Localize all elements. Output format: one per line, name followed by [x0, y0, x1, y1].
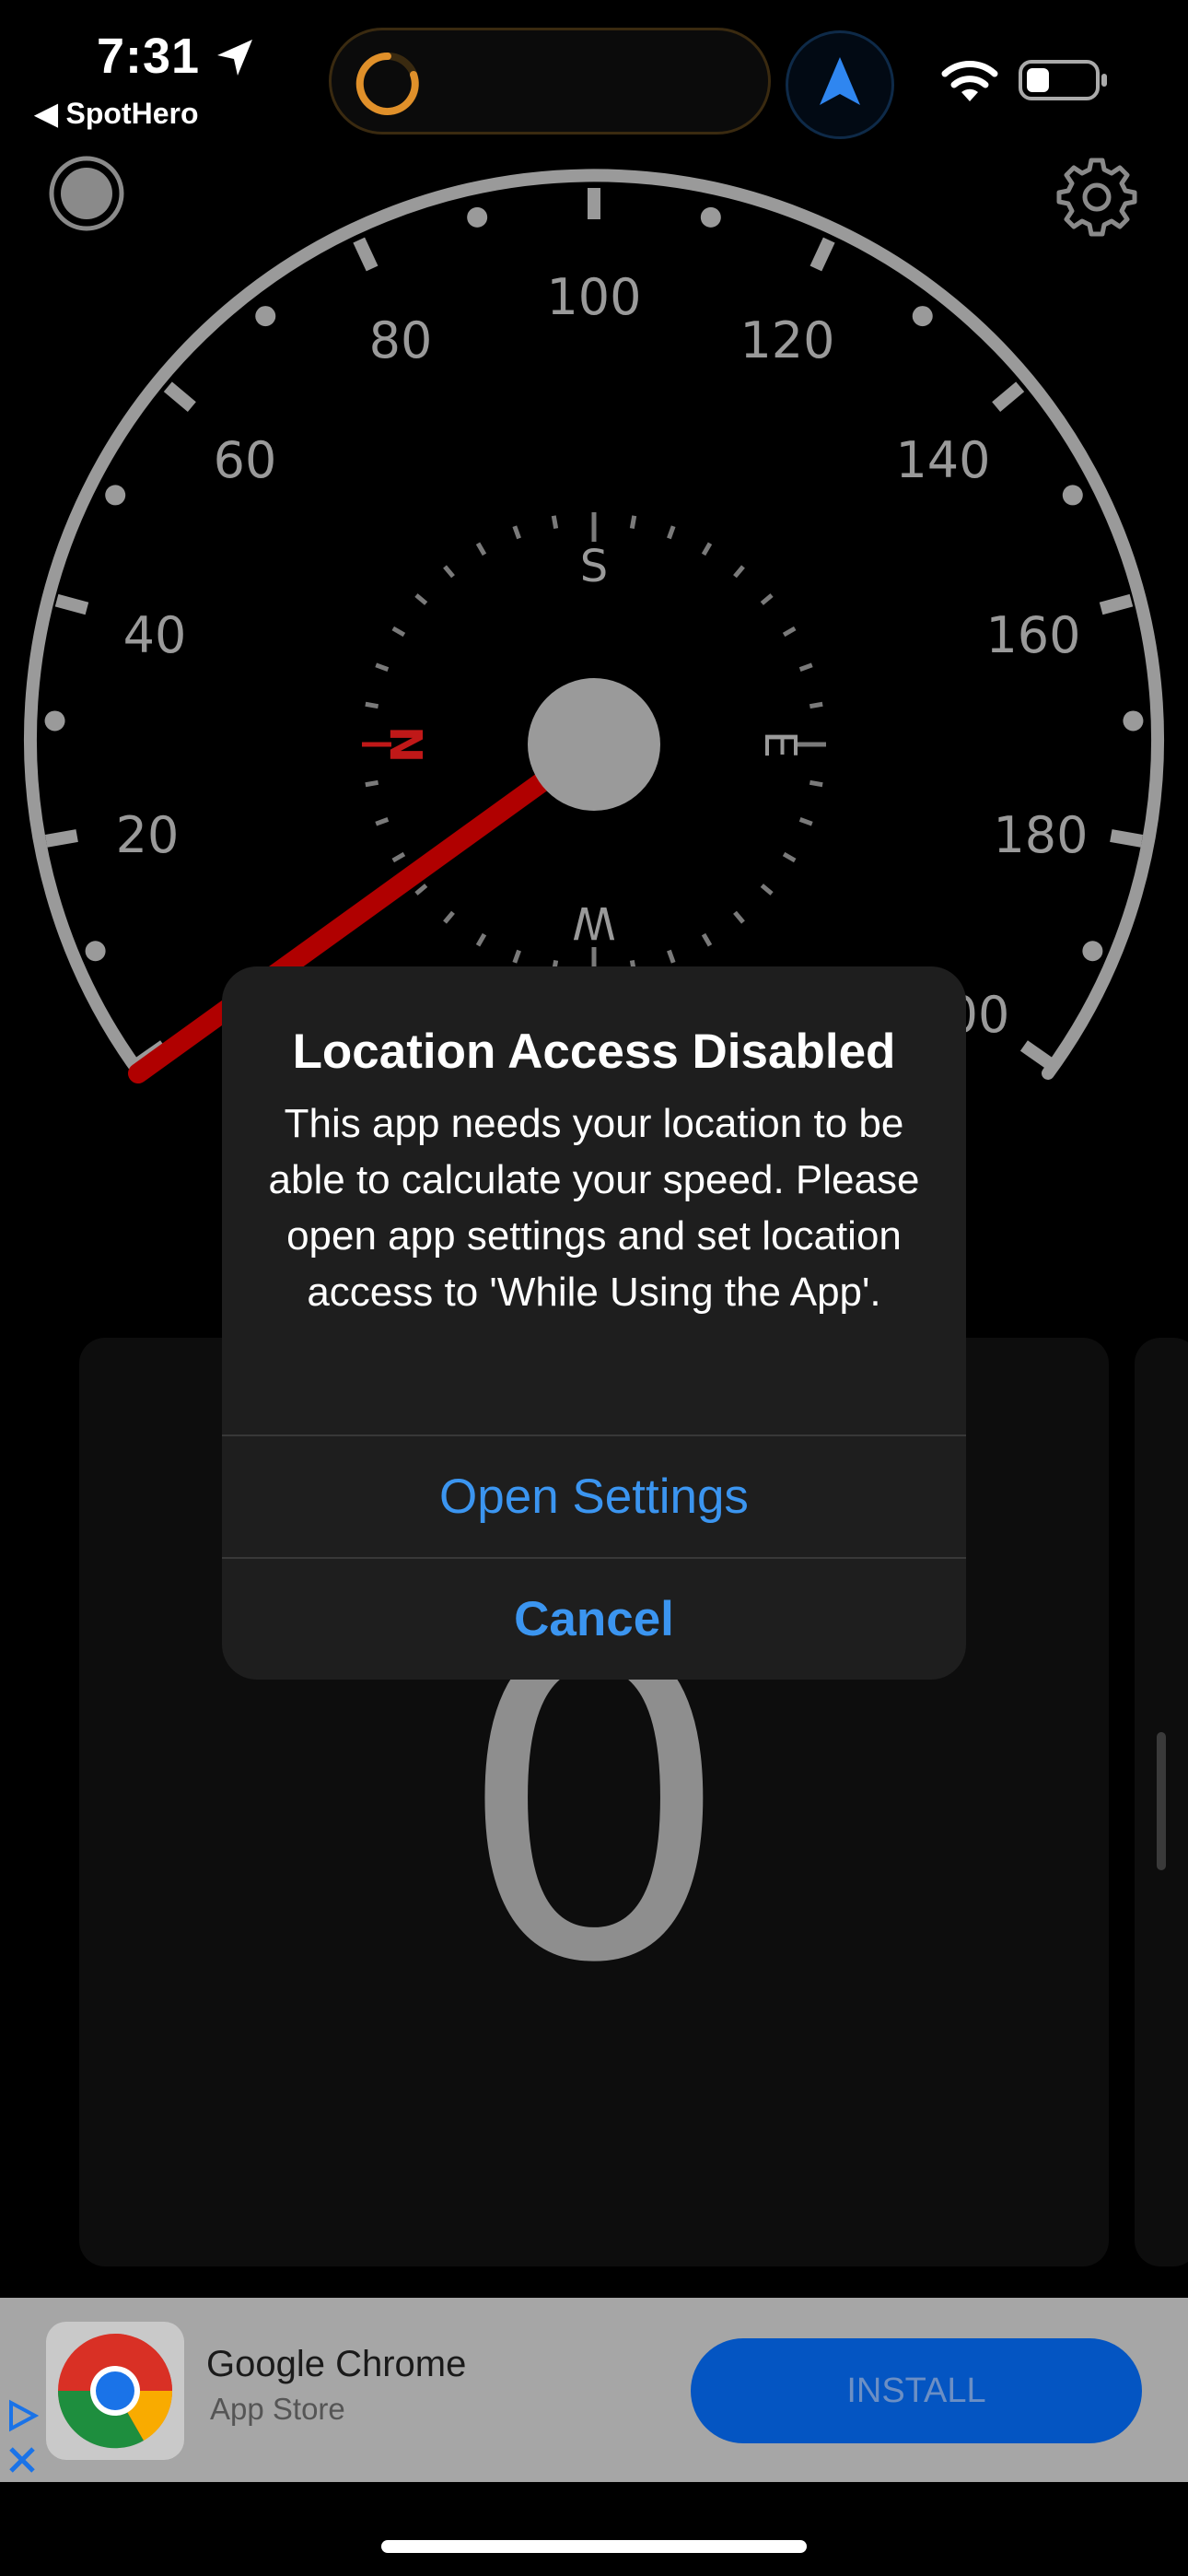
chrome-logo-icon [57, 2334, 173, 2449]
compass-tick [809, 701, 823, 709]
gauge-minor-dot [44, 710, 65, 732]
compass-tick [782, 851, 797, 863]
alert-message: This app needs your location to be able … [268, 1101, 920, 1315]
compass-tick [667, 949, 676, 964]
compass-tick [475, 932, 487, 947]
gauge-minor-dot [700, 206, 721, 228]
tick-label-40: 40 [123, 606, 187, 664]
compass-w: W [572, 896, 615, 948]
gauge-minor-dot [1123, 710, 1144, 732]
tick-label-120: 120 [740, 311, 834, 369]
compass-tick [809, 779, 823, 788]
gauge-major-tick [54, 593, 89, 615]
battery-icon [1019, 60, 1107, 100]
gauge-major-tick [44, 829, 78, 848]
status-time: 7:31 [97, 29, 201, 84]
ad-title: Google Chrome [206, 2344, 467, 2384]
compass-tick [391, 851, 406, 863]
gauge-major-tick [1099, 593, 1134, 615]
compass-n: N [382, 726, 434, 763]
compass-e: E [754, 731, 806, 758]
compass-tick [365, 779, 379, 788]
gauge-minor-dot [255, 306, 276, 327]
home-indicator[interactable] [381, 2540, 807, 2553]
compass-tick [375, 817, 390, 826]
tick-label-80: 80 [369, 311, 433, 369]
compass-tick [701, 542, 713, 556]
gauge-minor-dot [467, 206, 488, 228]
gauge-major-tick [992, 381, 1025, 412]
tick-label-60: 60 [214, 431, 277, 489]
gauge-major-tick [1019, 1040, 1054, 1070]
compass-tick [414, 593, 428, 605]
open-settings-button[interactable]: Open Settings [222, 1436, 966, 1557]
tick-label-100: 100 [546, 268, 641, 326]
wifi-icon [941, 61, 998, 101]
activity-ring-icon [355, 52, 419, 115]
tick-label-140: 140 [895, 431, 990, 489]
compass-tick [733, 565, 745, 579]
gauge-minor-dot [105, 485, 126, 506]
gauge-major-tick [163, 381, 196, 412]
compass-tick [443, 565, 455, 579]
location-arrow-icon [217, 40, 252, 76]
compass-tick [365, 701, 379, 709]
location-alert-dialog: Location Access Disabled This app needs … [222, 966, 966, 1680]
compass-tick [512, 949, 521, 964]
compass-tick [667, 525, 676, 540]
chrome-app-icon[interactable] [46, 2322, 184, 2460]
compass-tick [629, 515, 637, 530]
compass-tick [760, 593, 774, 605]
gauge-minor-dot [1062, 485, 1083, 506]
back-to-app-link[interactable]: ◀ SpotHero [35, 96, 199, 131]
compass-tick [798, 817, 813, 826]
compass-tick [414, 884, 428, 896]
gauge-major-tick [1110, 829, 1144, 848]
alert-title: Location Access Disabled [292, 1025, 896, 1079]
compass-tick [391, 626, 406, 638]
compass-tick [551, 515, 559, 530]
compass-tick [375, 662, 390, 672]
gauge-major-tick [809, 237, 835, 272]
compass-tick [512, 525, 521, 540]
tick-label-160: 160 [985, 606, 1080, 664]
cancel-button[interactable]: Cancel [222, 1559, 966, 1680]
compass-tick [733, 910, 745, 924]
compass-tick [475, 542, 487, 556]
install-button[interactable]: INSTALL [691, 2338, 1142, 2443]
compass-tick [798, 662, 813, 672]
gauge-minor-dot [85, 941, 106, 962]
needle-hub [528, 678, 660, 811]
gauge-major-tick [353, 237, 379, 272]
compass-tick [760, 884, 774, 896]
tick-label-180: 180 [993, 806, 1088, 864]
gauge-minor-dot [1082, 941, 1103, 962]
navigation-arrow-icon [820, 57, 860, 105]
compass-tick [701, 932, 713, 947]
ad-subtitle: App Store [210, 2392, 345, 2426]
gauge-minor-dot [912, 306, 933, 327]
tick-label-20: 20 [116, 806, 180, 864]
compass-tick [443, 910, 455, 924]
compass-tick [782, 626, 797, 638]
navigation-bubble[interactable] [786, 30, 894, 139]
adchoices-icon[interactable] [4, 2395, 42, 2478]
compass-s: S [580, 541, 608, 592]
